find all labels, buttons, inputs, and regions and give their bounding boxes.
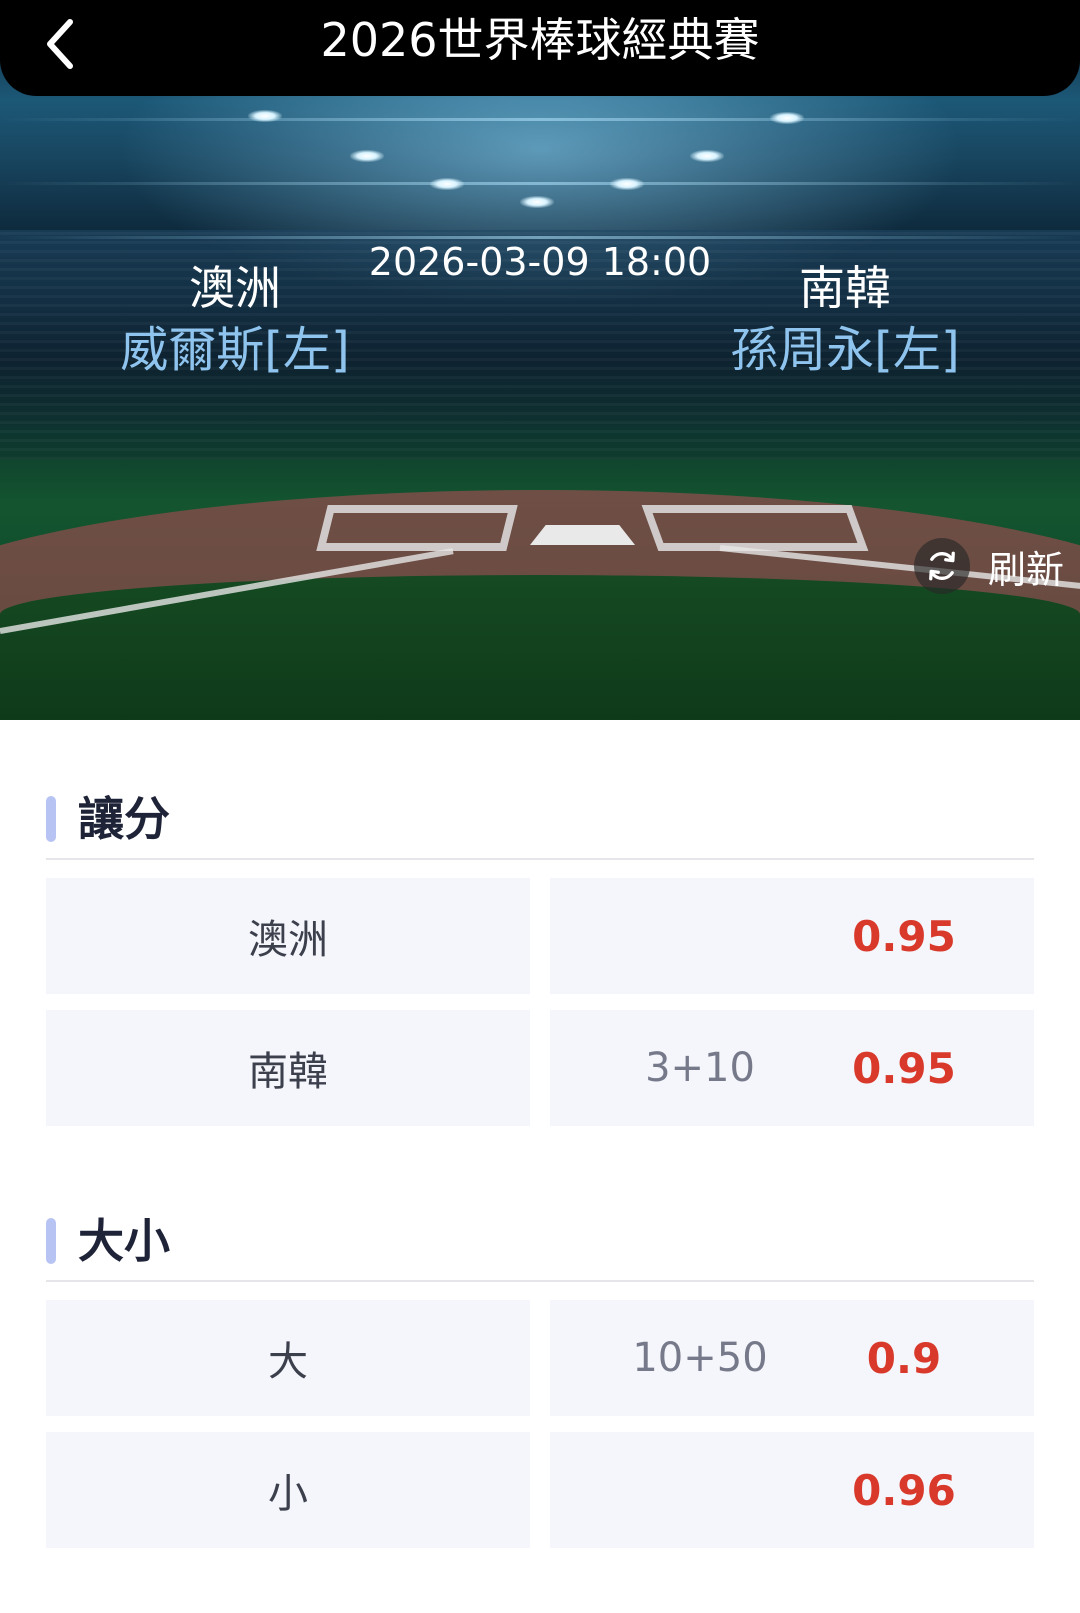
title-bar: 2026世界棒球經典賽 (0, 0, 1080, 96)
home-pitcher-name: 威爾斯[左] (120, 322, 350, 378)
stadium-light (248, 110, 282, 122)
option-label: 小 (268, 1471, 308, 1517)
stadium-light (520, 196, 554, 208)
odds-value: 0.96 (852, 1465, 956, 1515)
stadium-light (770, 112, 804, 124)
total-line: 10+50 (632, 1335, 768, 1381)
handicap-line: 3+10 (645, 1045, 755, 1091)
over-under-row-1-odds-button[interactable]: 10+50 0.9 (550, 1300, 1034, 1416)
option-label: 澳洲 (248, 917, 328, 963)
refresh-label: 刷新 (988, 547, 1065, 592)
page-title: 2026世界棒球經典賽 (320, 13, 760, 67)
option-label: 大 (268, 1339, 308, 1385)
batters-box-left (316, 505, 518, 551)
stadium-roof-line (0, 118, 1080, 121)
handicap-row-1-odds-button[interactable]: 0.95 (550, 878, 1034, 994)
infield-grass (0, 575, 1080, 720)
over-under-row-2-option[interactable]: 小 (46, 1432, 530, 1548)
total-line (610, 1432, 790, 1548)
refresh-button[interactable]: 刷新 (914, 538, 1064, 594)
over-under-row-2-odds-button[interactable]: 0.96 (550, 1432, 1034, 1548)
handicap-row-2-team[interactable]: 南韓 (46, 1010, 530, 1126)
odds-value: 0.9 (866, 1333, 942, 1383)
batters-box-right (641, 505, 869, 551)
away-team-name: 南韓 (799, 261, 891, 315)
odds-value: 0.95 (852, 911, 956, 961)
home-plate (530, 525, 635, 545)
handicap-row-2-odds-button[interactable]: 3+10 0.95 (550, 1010, 1034, 1126)
section-header-handicap: 讓分 (46, 750, 1034, 860)
over-under-row-1-option[interactable]: 大 (46, 1300, 530, 1416)
stadium-light (690, 150, 724, 162)
home-team-name: 澳洲 (189, 261, 281, 315)
section-title: 大小 (78, 1214, 170, 1268)
section-header-over-under: 大小 (46, 1172, 1034, 1282)
stadium-light (610, 178, 644, 190)
away-pitcher-name: 孫周永[左] (730, 322, 960, 378)
stadium-roof-line (0, 182, 1080, 185)
section-title: 讓分 (78, 792, 170, 846)
section-accent-bar (46, 796, 56, 842)
odds-value: 0.95 (852, 1043, 956, 1093)
stadium-light (350, 150, 384, 162)
handicap-row-1-team[interactable]: 澳洲 (46, 878, 530, 994)
stadium-light (430, 178, 464, 190)
option-label: 南韓 (248, 1049, 328, 1095)
refresh-icon (914, 538, 970, 594)
handicap-line (610, 878, 790, 994)
stadium-banner: 2026-03-09 18:00 澳洲 威爾斯[左] 南韓 孫周永[左] 刷新 … (0, 0, 1080, 720)
section-accent-bar (46, 1218, 56, 1264)
